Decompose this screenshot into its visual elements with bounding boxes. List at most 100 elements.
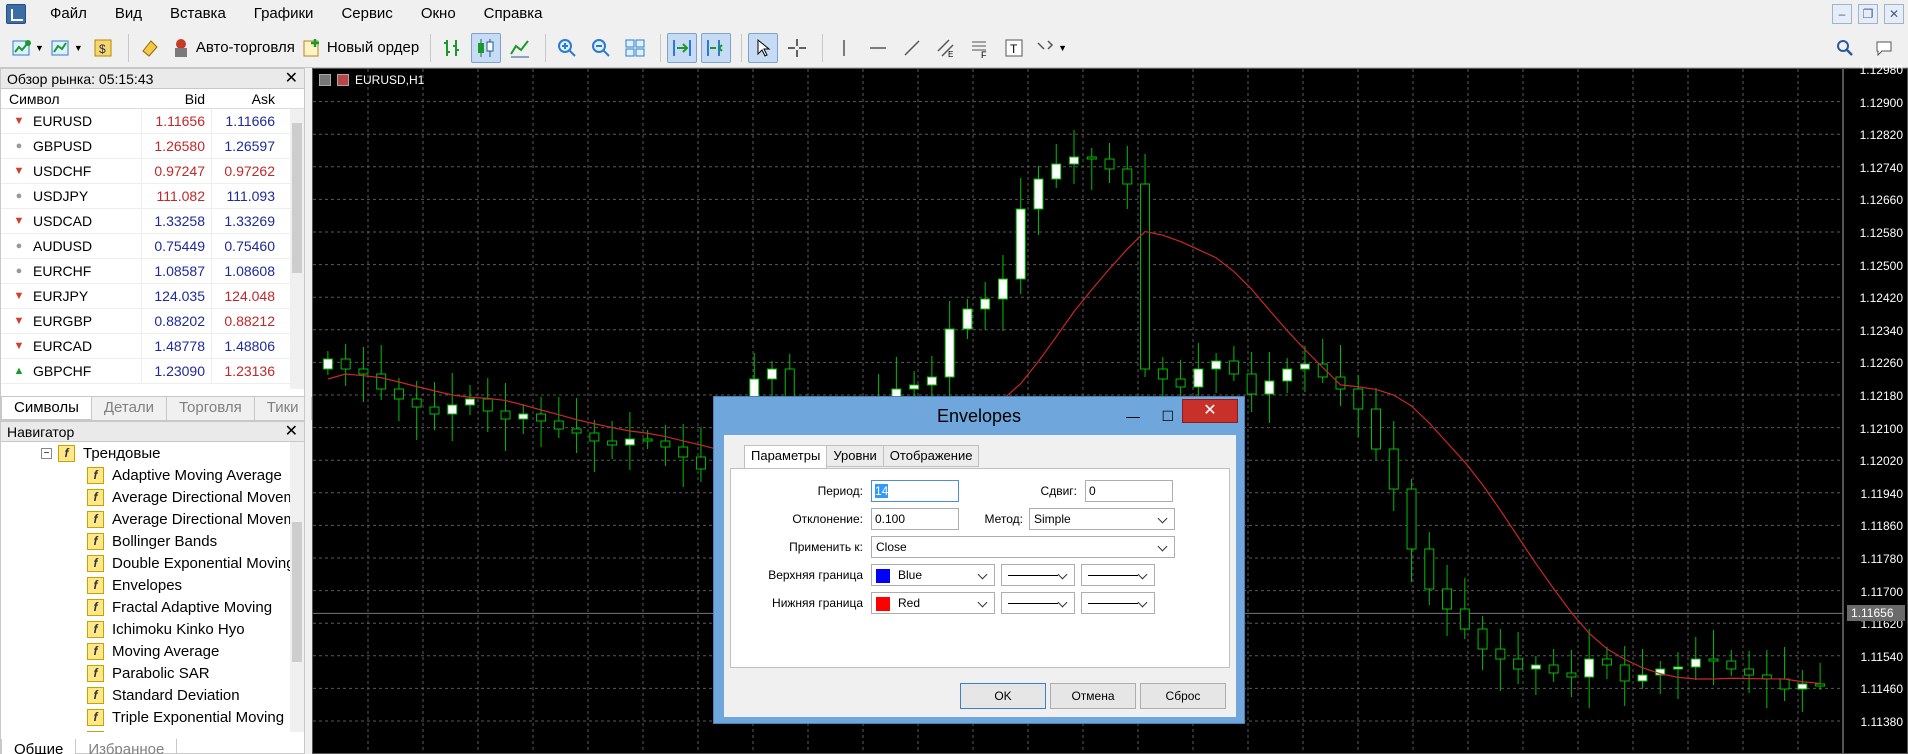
minimize-icon[interactable]: –	[1832, 4, 1852, 24]
navigator-indicator-item[interactable]: f Average Directional Movement	[1, 508, 291, 530]
tab-trading[interactable]: Торговля	[167, 397, 255, 420]
column-bid[interactable]: Bid	[141, 89, 211, 109]
auto-trading-button[interactable]: Авто-торговля	[169, 33, 296, 63]
navigator-scrollbar[interactable]	[290, 442, 304, 732]
cursor-button[interactable]	[748, 32, 779, 63]
profiles-button[interactable]: ▼	[49, 33, 84, 63]
chart-menu-icon[interactable]	[319, 74, 331, 86]
candlestick-chart-button[interactable]	[471, 32, 502, 63]
market-row-eurusd[interactable]: ▼ EURUSD 1.11656 1.11666	[1, 109, 291, 134]
navigator-indicator-item[interactable]: f Double Exponential Moving	[1, 552, 291, 574]
navigator-indicator-item[interactable]: f Ichimoku Kinko Hyo	[1, 618, 291, 640]
ok-button[interactable]: OK	[960, 683, 1046, 709]
chart-shift-button[interactable]	[701, 32, 732, 63]
market-row-eurjpy[interactable]: ▼ EURJPY 124.035 124.048	[1, 284, 291, 309]
line-chart-button[interactable]	[505, 33, 535, 63]
autoscroll-button[interactable]	[667, 32, 698, 63]
tab-details[interactable]: Детали	[92, 397, 168, 420]
maximize-icon[interactable]: ☐	[1161, 409, 1174, 423]
close-icon[interactable]: ✕	[285, 422, 298, 442]
close-button[interactable]: ✕	[1182, 399, 1238, 423]
navigator-indicator-item[interactable]: f Moving Average	[1, 640, 291, 662]
navigator-indicator-item[interactable]: f Fractal Adaptive Moving	[1, 596, 291, 618]
market-row-usdchf[interactable]: ▼ USDCHF 0.97247 0.97262	[1, 159, 291, 184]
text-label-button[interactable]: T	[999, 33, 1029, 63]
fibonacci-button[interactable]: F	[965, 33, 995, 63]
column-ask[interactable]: Ask	[211, 89, 281, 109]
cancel-button[interactable]: Отмена	[1050, 683, 1136, 709]
menu-window[interactable]: Окно	[407, 0, 470, 28]
column-symbol[interactable]: Символ	[1, 89, 141, 109]
navigator-indicator-item[interactable]: f Triple Exponential Moving	[1, 706, 291, 728]
navigator-indicator-item[interactable]: f Parabolic SAR	[1, 662, 291, 684]
crosshair-button[interactable]	[782, 33, 812, 63]
navigator-indicator-item[interactable]: f Variable Index Dynamic A	[1, 728, 291, 732]
collapse-icon[interactable]: −	[41, 447, 52, 459]
market-watch-button[interactable]: $	[88, 33, 118, 63]
tree-group-trend[interactable]: − f Трендовые	[1, 442, 291, 464]
shift-input[interactable]: 0	[1085, 480, 1173, 502]
menu-charts[interactable]: Графики	[240, 0, 328, 28]
minimize-icon[interactable]: —	[1126, 409, 1140, 423]
navigator-indicator-item[interactable]: f Average Directional Movement	[1, 486, 291, 508]
upper-color-select[interactable]: Blue	[871, 564, 995, 586]
market-row-eurcad[interactable]: ▼ EURCAD 1.48778 1.48806	[1, 334, 291, 359]
horizontal-line-button[interactable]	[863, 33, 893, 63]
menu-insert[interactable]: Вставка	[156, 0, 240, 28]
trendline-button[interactable]	[897, 33, 927, 63]
zoom-out-button[interactable]	[586, 33, 616, 63]
dialog-titlebar[interactable]: Envelopes — ☐ ✕	[714, 397, 1244, 435]
close-icon[interactable]: ✕	[1884, 4, 1904, 24]
tab-parameters[interactable]: Параметры	[744, 445, 828, 469]
navigator-indicator-item[interactable]: f Envelopes	[1, 574, 291, 596]
market-row-gbpchf[interactable]: ▲ GBPCHF 1.23090 1.23136	[1, 359, 291, 384]
tile-windows-button[interactable]	[620, 33, 650, 63]
equidistant-channel-button[interactable]: E	[931, 33, 961, 63]
chat-button[interactable]	[1870, 33, 1900, 63]
tab-symbols[interactable]: Символы	[1, 397, 92, 420]
lower-color-select[interactable]: Red	[871, 592, 995, 614]
menu-help[interactable]: Справка	[470, 0, 557, 28]
menu-file[interactable]: Файл	[36, 0, 101, 28]
reset-button[interactable]: Сброс	[1140, 683, 1226, 709]
tab-favorites[interactable]: Избранное	[76, 739, 178, 754]
vertical-line-button[interactable]	[829, 33, 859, 63]
market-row-gbpusd[interactable]: ● GBPUSD 1.26580 1.26597	[1, 134, 291, 159]
scrollbar-thumb[interactable]	[292, 522, 302, 662]
new-order-button[interactable]: Новый ордер	[300, 33, 420, 63]
lower-width-select[interactable]	[1081, 592, 1155, 614]
new-chart-button[interactable]: ▼	[10, 33, 45, 63]
market-row-audusd[interactable]: ● AUDUSD 0.75449 0.75460	[1, 234, 291, 259]
zoom-in-button[interactable]	[552, 33, 582, 63]
menu-tools[interactable]: Сервис	[327, 0, 406, 28]
scrollbar-thumb[interactable]	[292, 123, 302, 273]
navigator-indicator-item[interactable]: f Standard Deviation	[1, 684, 291, 706]
market-watch-scrollbar[interactable]	[290, 109, 304, 389]
market-row-eurchf[interactable]: ● EURCHF 1.08587 1.08608	[1, 259, 291, 284]
search-button[interactable]	[1830, 33, 1860, 63]
close-icon[interactable]: ✕	[285, 69, 298, 89]
restore-icon[interactable]: ❐	[1858, 4, 1878, 24]
arrows-button[interactable]: ▼	[1033, 33, 1068, 63]
deviation-input[interactable]: 0.100	[871, 508, 959, 530]
candle-body	[980, 298, 991, 310]
tab-levels[interactable]: Уровни	[826, 445, 884, 467]
tab-ticks[interactable]: Тики	[255, 397, 312, 420]
menu-view[interactable]: Вид	[101, 0, 156, 28]
navigator-indicator-item[interactable]: f Bollinger Bands	[1, 530, 291, 552]
market-row-usdjpy[interactable]: ● USDJPY 111.082 111.093	[1, 184, 291, 209]
upper-style-select[interactable]	[1001, 564, 1075, 586]
period-input[interactable]: 14	[871, 480, 959, 502]
tab-display[interactable]: Отображение	[882, 445, 980, 467]
apply-to-select[interactable]: Close	[871, 536, 1175, 558]
market-row-usdcad[interactable]: ▼ USDCAD 1.33258 1.33269	[1, 209, 291, 234]
market-row-eurgbp[interactable]: ▼ EURGBP 0.88202 0.88212	[1, 309, 291, 334]
tab-common[interactable]: Общие	[1, 739, 77, 754]
upper-width-select[interactable]	[1081, 564, 1155, 586]
method-select[interactable]: Simple	[1029, 508, 1175, 530]
navigator-indicator-item[interactable]: f Adaptive Moving Average	[1, 464, 291, 486]
navigator-button[interactable]	[135, 33, 165, 63]
lower-style-select[interactable]	[1001, 592, 1075, 614]
bar-chart-button[interactable]	[437, 33, 467, 63]
ask-cell: 1.11666	[211, 109, 281, 134]
